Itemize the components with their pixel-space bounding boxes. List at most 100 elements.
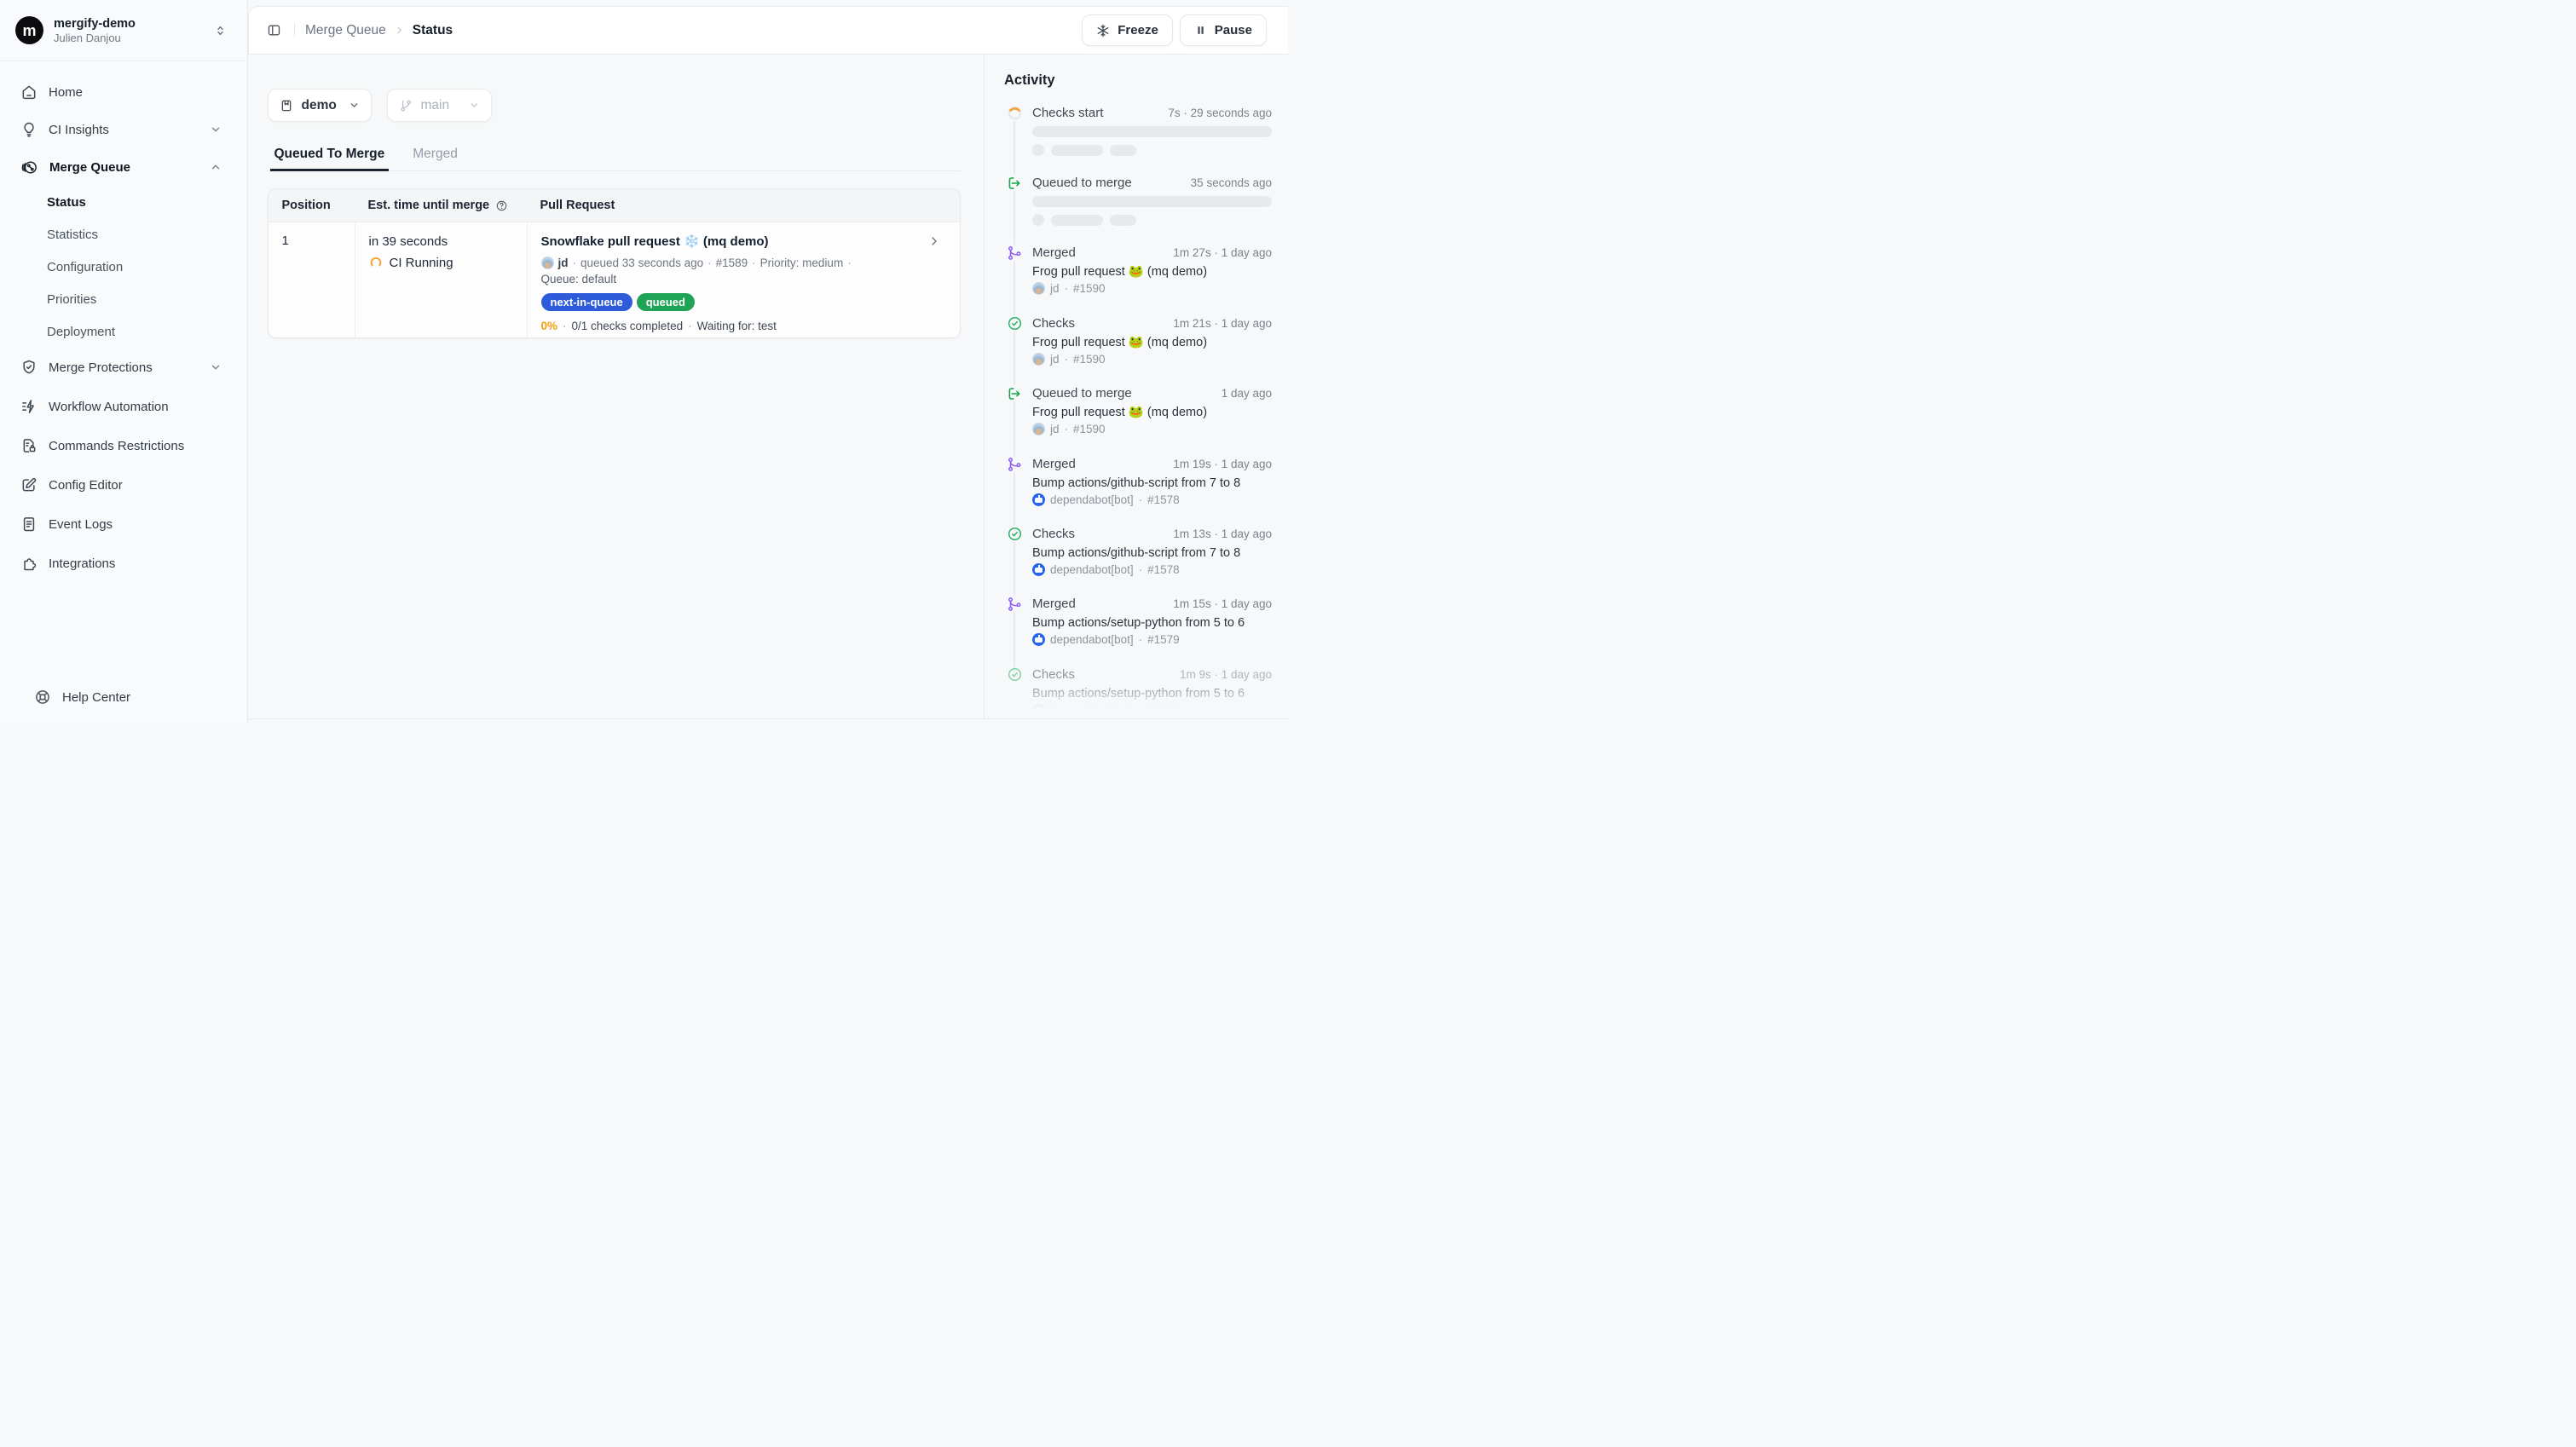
activity-label: Queued to merge [1032, 175, 1132, 191]
progress-percent: 0% [541, 320, 558, 332]
pr-meta: jd · queued 33 seconds ago · #1589 · Pri… [541, 256, 946, 270]
pause-button[interactable]: Pause [1180, 14, 1267, 46]
activity-pr-meta: jd · #1590 [1032, 423, 1106, 435]
queue-row[interactable]: 1 in 39 seconds CI Running Snowflake pul… [269, 222, 960, 338]
activity-time: 35 seconds ago [1191, 176, 1272, 191]
sidebar-item-label: Commands Restrictions [49, 439, 184, 453]
activity-label: Checks [1032, 526, 1075, 542]
sidebar-item-statistics[interactable]: Statistics [0, 218, 247, 251]
activity-item-merged[interactable]: Merged 1m 19s · 1 day ago Bump actions/g… [985, 456, 1289, 526]
activity-pr-meta: dependabot[bot] · #1578 [1032, 493, 1180, 506]
separator: · [1139, 493, 1143, 506]
separator: · [1065, 282, 1069, 295]
sidebar-item-status[interactable]: Status [0, 186, 247, 218]
book-icon [280, 99, 293, 112]
sidebar-item-config-editor[interactable]: Config Editor [0, 465, 247, 504]
separator: · [1139, 704, 1143, 717]
activity-pr-number: #1578 [1147, 563, 1180, 576]
panel-bottom-border [248, 718, 1288, 719]
breadcrumb-current: Status [413, 23, 453, 38]
sidebar-item-priorities[interactable]: Priorities [0, 283, 247, 315]
git-merge-icon [1007, 245, 1023, 261]
sidebar-item-label: CI Insights [49, 123, 109, 137]
breadcrumb-section[interactable]: Merge Queue [305, 23, 386, 38]
git-merge-icon [1007, 456, 1023, 472]
sidebar-item-configuration[interactable]: Configuration [0, 251, 247, 283]
activity-pr-number: #1590 [1073, 353, 1106, 366]
activity-pr-meta: jd · #1590 [1032, 282, 1106, 295]
sidebar-toggle-button[interactable] [262, 19, 286, 43]
home-icon [20, 84, 38, 101]
chevrons-up-down-icon [214, 24, 227, 37]
pr-queued-time: queued 33 seconds ago [580, 256, 703, 270]
freeze-button[interactable]: Freeze [1082, 14, 1173, 46]
tab-merged[interactable]: Merged [409, 147, 461, 171]
activity-item-merged[interactable]: Merged 1m 27s · 1 day ago Frog pull requ… [985, 245, 1289, 314]
activity-label: Queued to merge [1032, 385, 1132, 401]
check-circle-icon [1007, 526, 1023, 542]
sidebar-item-deployment[interactable]: Deployment [0, 315, 247, 348]
workspace-meta: mergify-demo Julien Danjou [54, 16, 136, 45]
help-circle-icon[interactable] [495, 199, 508, 212]
pause-icon [1194, 24, 1207, 37]
zap-lines-icon [20, 398, 38, 415]
mergify-dashboard: m mergify-demo Julien Danjou Home CI Ins… [0, 0, 1288, 724]
tab-queued-to-merge[interactable]: Queued To Merge [270, 147, 390, 171]
sidebar-item-label: Status [47, 195, 86, 210]
sidebar-item-merge-queue[interactable]: Merge Queue [0, 148, 247, 186]
queue-table-header: Position Est. time until merge Pull Requ… [269, 189, 960, 222]
row-pr-cell: Snowflake pull request ❄️ (mq demo) jd ·… [527, 222, 960, 338]
lightbulb-icon [20, 121, 38, 138]
activity-pr-title: Frog pull request 🐸 (mq demo) [1032, 405, 1274, 420]
check-circle-icon [1007, 315, 1023, 331]
repository-value: demo [302, 98, 337, 113]
file-text-icon [20, 516, 38, 533]
pr-title: Snowflake pull request ❄️ (mq demo) [541, 233, 946, 250]
chevron-right-icon[interactable] [927, 234, 941, 248]
sidebar-item-merge-protections[interactable]: Merge Protections [0, 348, 247, 387]
activity-pr-title: Frog pull request 🐸 (mq demo) [1032, 335, 1274, 350]
activity-label: Checks [1032, 315, 1075, 331]
sidebar-item-integrations[interactable]: Integrations [0, 544, 247, 583]
pr-author: jd [558, 256, 569, 270]
activity-item-queued[interactable]: Queued to merge 1 day ago Frog pull requ… [985, 385, 1289, 455]
chevron-down-icon [349, 100, 360, 111]
help-center-link[interactable]: Help Center [0, 682, 247, 712]
activity-item-checks[interactable]: Checks 1m 9s · 1 day ago Bump actions/se… [985, 666, 1289, 718]
activity-item-merged[interactable]: Merged 1m 15s · 1 day ago Bump actions/s… [985, 596, 1289, 666]
separator: · [847, 256, 852, 270]
activity-pr-title: Bump actions/setup-python from 5 to 6 [1032, 615, 1274, 631]
badge-queued: queued [637, 293, 695, 311]
git-merge-icon [1007, 596, 1023, 612]
bot-avatar [1032, 493, 1045, 506]
sidebar-item-commands-restrictions[interactable]: Commands Restrictions [0, 426, 247, 465]
activity-author: jd [1050, 282, 1060, 295]
activity-label: Checks [1032, 666, 1075, 683]
activity-item-checks[interactable]: Checks 1m 21s · 1 day ago Frog pull requ… [985, 315, 1289, 385]
git-branch-icon [399, 99, 413, 112]
column-pull-request: Pull Request [527, 199, 960, 212]
repository-select[interactable]: demo [268, 89, 372, 122]
activity-item-checks[interactable]: Checks 1m 13s · 1 day ago Bump actions/g… [985, 526, 1289, 596]
bot-avatar [1032, 704, 1045, 717]
workspace-avatar: m [15, 16, 43, 44]
badge-next-in-queue: next-in-queue [541, 293, 632, 311]
avatar [1032, 423, 1045, 435]
workspace-name: mergify-demo [54, 16, 136, 32]
sidebar-item-ci-insights[interactable]: CI Insights [0, 111, 247, 148]
sidebar-item-workflow-automation[interactable]: Workflow Automation [0, 387, 247, 426]
activity-author: dependabot[bot] [1050, 563, 1134, 576]
activity-item-checks-start[interactable]: Checks start 7s · 29 seconds ago [985, 105, 1289, 175]
separator: · [563, 320, 567, 332]
sidebar-item-home[interactable]: Home [0, 73, 247, 111]
activity-pr-title: Bump actions/github-script from 7 to 8 [1032, 476, 1274, 491]
activity-item-queued[interactable]: Queued to merge 35 seconds ago [985, 175, 1289, 245]
skeleton-bar [1032, 126, 1272, 137]
branch-select[interactable]: main [387, 89, 492, 122]
checks-completed: 0/1 checks completed [572, 320, 684, 332]
chevron-down-icon [210, 124, 222, 135]
queued-to-merge-icon [1007, 385, 1023, 401]
sidebar-item-label: Workflow Automation [49, 400, 169, 414]
workspace-switcher[interactable]: m mergify-demo Julien Danjou [0, 0, 247, 61]
sidebar-item-event-logs[interactable]: Event Logs [0, 504, 247, 544]
